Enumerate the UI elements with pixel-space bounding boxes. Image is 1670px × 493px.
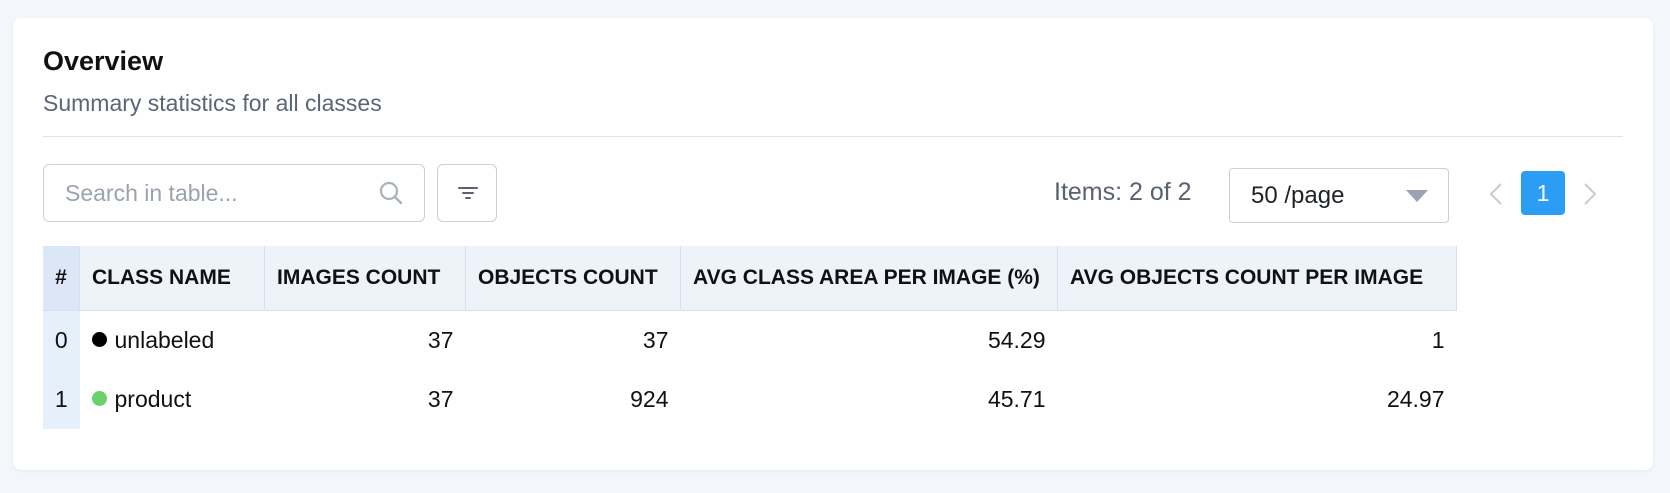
panel-title: Overview	[43, 46, 164, 76]
search-placeholder: Search in table...	[65, 180, 238, 206]
class-name-cell: product	[80, 370, 265, 429]
page-size-value: 50 /page	[1251, 182, 1345, 209]
table-header-row: # CLASS NAME IMAGES COUNT OBJECTS COUNT …	[43, 246, 1457, 311]
column-header-avg-objects[interactable]: AVG OBJECTS COUNT PER IMAGE	[1057, 246, 1457, 311]
overview-card: Overview Summary statistics for all clas…	[13, 18, 1653, 470]
images-count-cell: 37	[427, 386, 454, 412]
avg-objects-cell: 24.97	[1386, 386, 1445, 412]
caret-down-icon	[1406, 190, 1428, 202]
table-row[interactable]: 0 unlabeled 37 37 54.29 1	[43, 310, 1457, 371]
objects-count-cell: 37	[642, 327, 669, 353]
objects-count-cell: 924	[630, 386, 669, 412]
class-name: product	[114, 386, 192, 412]
divider	[43, 136, 1623, 137]
avg-area-cell: 45.71	[987, 386, 1046, 412]
row-index: 1	[43, 370, 80, 429]
filter-icon	[458, 187, 478, 199]
column-header-images-count[interactable]: IMAGES COUNT	[264, 246, 466, 311]
images-count-cell: 37	[427, 327, 454, 353]
avg-area-cell: 54.29	[987, 327, 1046, 353]
filter-button[interactable]	[437, 164, 497, 222]
class-color-dot	[91, 391, 107, 407]
column-header-objects-count[interactable]: OBJECTS COUNT	[465, 246, 681, 311]
panel-subtitle: Summary statistics for all classes	[43, 90, 382, 116]
column-header-avg-area[interactable]: AVG CLASS AREA PER IMAGE (%)	[680, 246, 1058, 311]
column-header-class-name[interactable]: CLASS NAME	[79, 246, 265, 311]
avg-objects-cell: 1	[1431, 327, 1445, 353]
class-name: unlabeled	[114, 327, 215, 353]
column-header-index[interactable]: #	[43, 246, 80, 311]
chevron-right-icon[interactable]	[1583, 182, 1597, 206]
search-icon[interactable]	[378, 180, 404, 206]
pagination-page-1[interactable]: 1	[1521, 171, 1565, 215]
class-stats-table: # CLASS NAME IMAGES COUNT OBJECTS COUNT …	[43, 246, 1457, 429]
table-row[interactable]: 1 product 37 924 45.71 24.97	[43, 370, 1457, 429]
class-name-cell: unlabeled	[80, 311, 265, 371]
row-index: 0	[43, 310, 80, 370]
class-color-dot	[91, 332, 107, 348]
items-count: Items: 2 of 2	[1054, 178, 1192, 206]
search-input[interactable]: Search in table...	[43, 164, 425, 222]
chevron-left-icon[interactable]	[1489, 182, 1503, 206]
page-size-select[interactable]: 50 /page	[1229, 168, 1449, 223]
